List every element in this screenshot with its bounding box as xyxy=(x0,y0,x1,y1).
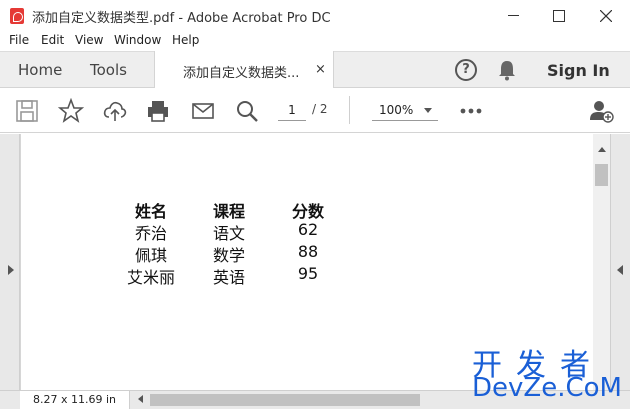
save-icon[interactable] xyxy=(14,98,40,124)
table-header-name: 姓名 xyxy=(134,202,167,221)
email-icon[interactable] xyxy=(190,98,216,124)
close-icon xyxy=(600,9,612,22)
maximize-button[interactable] xyxy=(536,0,582,31)
table-cell: 62 xyxy=(297,220,319,239)
page-size-label: 8.27 x 11.69 in xyxy=(20,391,130,409)
table-header-score: 分数 xyxy=(291,202,324,221)
watermark-logo-text: DevZe.CoM xyxy=(472,373,622,403)
table-cell: 乔治 xyxy=(134,224,167,243)
table-cell: 语文 xyxy=(212,224,245,243)
expand-left-icon xyxy=(8,265,14,275)
table-cell: 英语 xyxy=(212,268,245,287)
table-cell: 95 xyxy=(297,264,319,283)
table-cell: 艾米丽 xyxy=(126,268,175,287)
menu-window[interactable]: Window xyxy=(114,33,161,47)
close-window-button[interactable] xyxy=(583,0,629,31)
print-icon[interactable] xyxy=(145,98,171,124)
bookmark-star-icon[interactable] xyxy=(58,98,84,124)
scroll-up-icon[interactable] xyxy=(598,147,606,152)
table-cell: 88 xyxy=(297,242,319,261)
left-panel-toggle[interactable] xyxy=(0,134,20,390)
toolbar-divider xyxy=(349,96,350,124)
scroll-left-icon[interactable] xyxy=(138,395,143,403)
tab-home[interactable]: Home xyxy=(18,61,62,79)
more-options-icon[interactable] xyxy=(460,108,482,114)
title-bar: 添加自定义数据类型.pdf - Adobe Acrobat Pro DC xyxy=(0,0,630,31)
table-header-course: 课程 xyxy=(212,202,245,221)
menu-bar: File Edit View Window Help xyxy=(0,31,630,51)
bell-icon[interactable] xyxy=(497,59,517,81)
search-icon[interactable] xyxy=(234,98,260,124)
menu-file[interactable]: File xyxy=(9,33,29,47)
page-total: / 2 xyxy=(312,102,328,116)
toolbar: 1 / 2 100% xyxy=(0,88,630,133)
table-cell: 佩琪 xyxy=(134,246,167,265)
horizontal-scroll-thumb[interactable] xyxy=(150,394,420,406)
help-icon[interactable]: ? xyxy=(455,59,477,81)
menu-view[interactable]: View xyxy=(75,33,103,47)
sign-in-button[interactable]: Sign In xyxy=(547,61,610,80)
expand-right-icon xyxy=(617,265,623,275)
add-user-icon[interactable] xyxy=(588,98,614,124)
upload-cloud-icon[interactable] xyxy=(102,98,128,124)
table-cell: 数学 xyxy=(212,246,245,265)
tab-bar: Home Tools 添加自定义数据类... × ? Sign In xyxy=(0,51,630,89)
vertical-scroll-thumb[interactable] xyxy=(595,164,608,186)
tab-document[interactable]: 添加自定义数据类... × xyxy=(154,51,334,89)
minimize-button[interactable] xyxy=(490,0,536,31)
document-tab-label: 添加自定义数据类... xyxy=(183,66,300,81)
window-title: 添加自定义数据类型.pdf - Adobe Acrobat Pro DC xyxy=(32,11,331,26)
chevron-down-icon[interactable] xyxy=(424,108,432,113)
page-number-input[interactable]: 1 xyxy=(278,99,306,121)
close-tab-button[interactable]: × xyxy=(315,62,326,77)
menu-help[interactable]: Help xyxy=(172,33,199,47)
devze-watermark: 开发者 DevZe.CoM xyxy=(472,340,624,406)
menu-edit[interactable]: Edit xyxy=(41,33,64,47)
acrobat-pdf-icon xyxy=(10,8,24,24)
tab-tools[interactable]: Tools xyxy=(90,61,127,79)
